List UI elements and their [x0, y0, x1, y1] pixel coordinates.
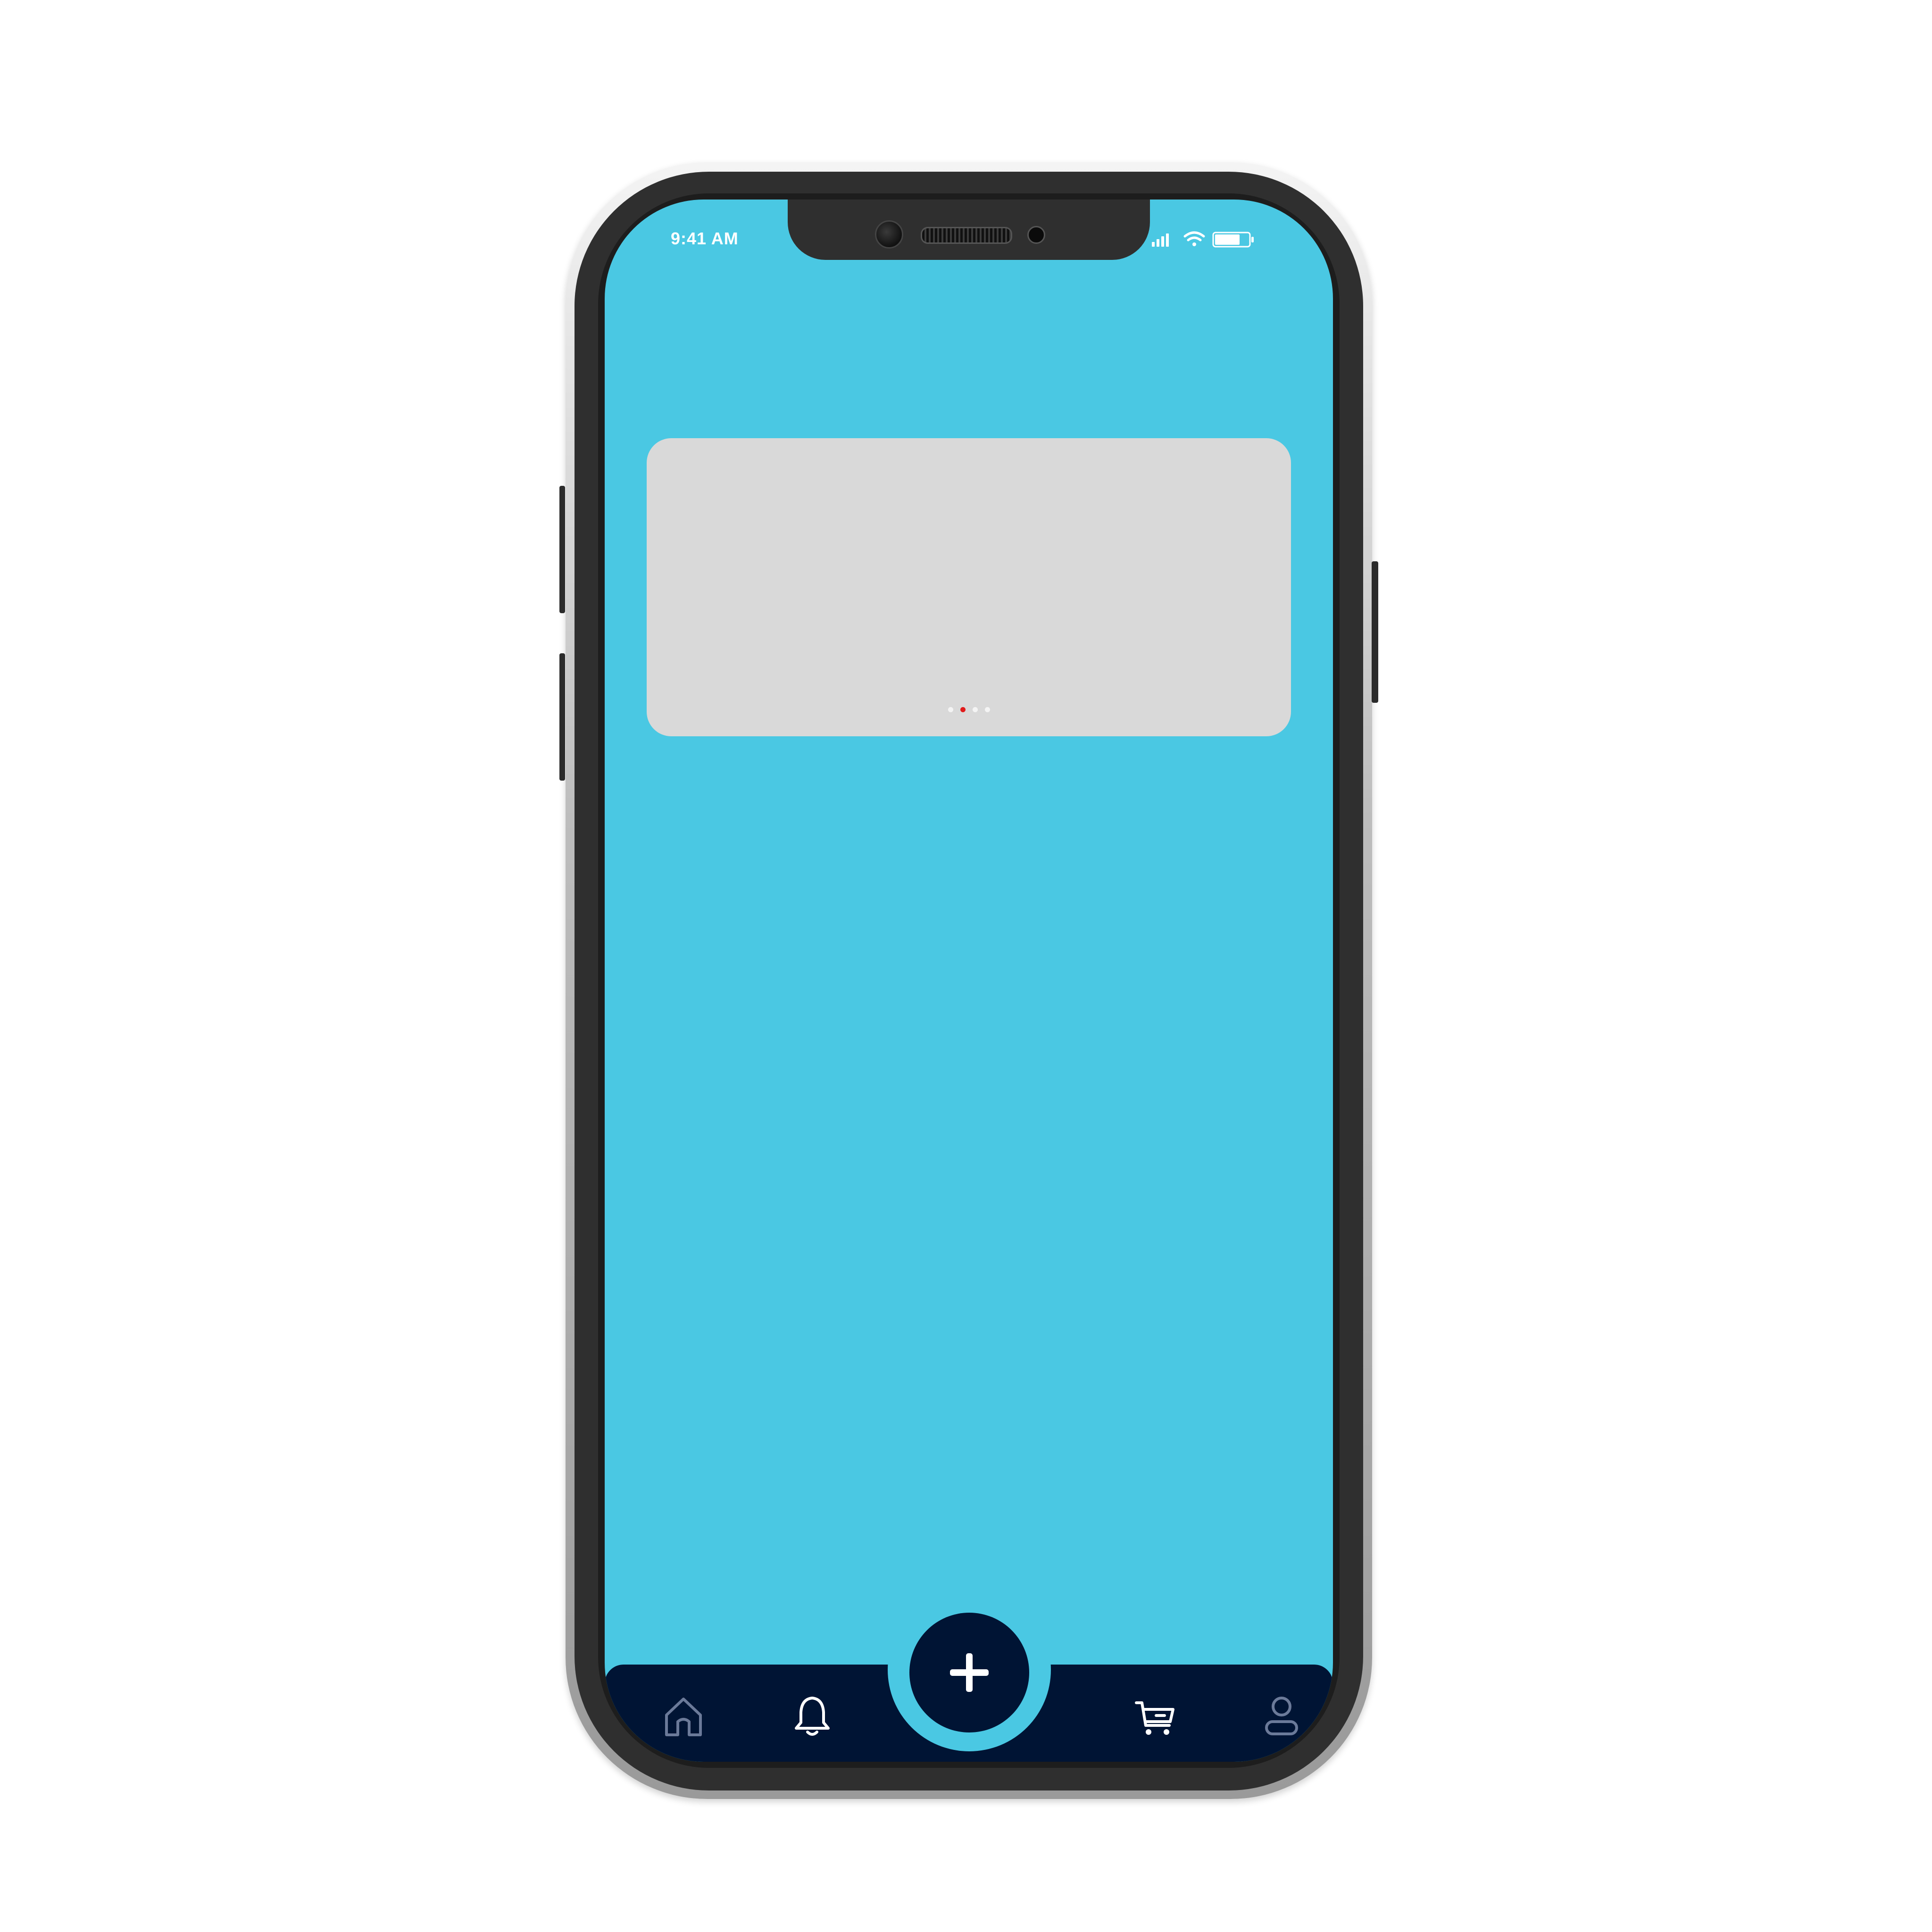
- status-time: 9:41 AM: [671, 229, 739, 248]
- carousel-dot[interactable]: [984, 707, 990, 712]
- power-button: [1372, 561, 1378, 703]
- carousel-dot[interactable]: [972, 707, 978, 712]
- carousel-card[interactable]: [647, 438, 1291, 736]
- proximity-sensor: [1027, 226, 1045, 244]
- earpiece-speaker: [921, 227, 1012, 244]
- nav-notifications[interactable]: [786, 1689, 838, 1741]
- signal-icon: [1152, 233, 1169, 247]
- carousel-indicators: [647, 707, 1291, 712]
- cart-icon: [1135, 1701, 1174, 1735]
- nav-profile[interactable]: [1256, 1689, 1307, 1741]
- bell-icon: [795, 1697, 830, 1736]
- nav-cart[interactable]: [1129, 1690, 1181, 1742]
- add-button[interactable]: [909, 1613, 1029, 1732]
- front-camera: [875, 220, 903, 249]
- status-icons: [1152, 228, 1274, 249]
- volume-up-button: [559, 486, 565, 613]
- wifi-icon: [1183, 231, 1205, 246]
- notch: [788, 200, 1150, 260]
- nav-home[interactable]: [658, 1690, 709, 1742]
- plus-icon: [950, 1653, 989, 1692]
- battery-icon: [1212, 232, 1254, 248]
- mockup-stage: 9:41 AM: [0, 0, 1932, 1932]
- volume-down-button: [559, 653, 565, 781]
- phone-screen: 9:41 AM: [605, 200, 1333, 1762]
- carousel-dot[interactable]: [948, 707, 953, 712]
- carousel-dot-active[interactable]: [960, 707, 966, 712]
- profile-icon: [1265, 1697, 1298, 1735]
- home-icon: [665, 1698, 702, 1736]
